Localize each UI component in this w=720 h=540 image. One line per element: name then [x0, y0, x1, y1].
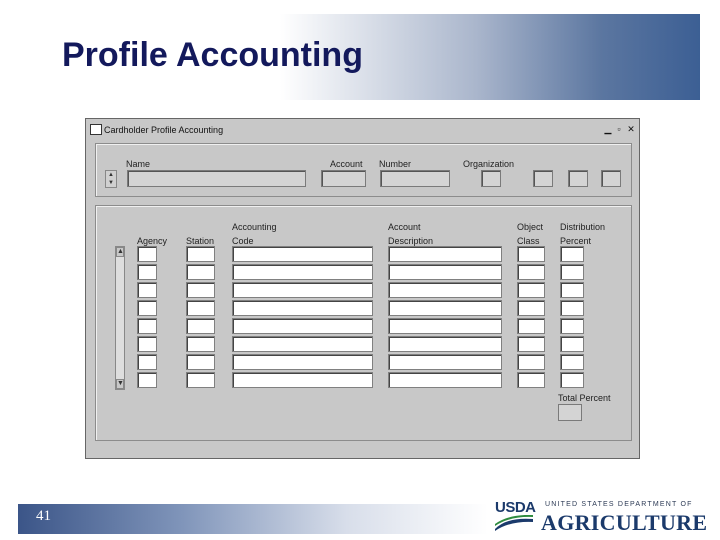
- accounting-code-cell[interactable]: [232, 300, 373, 316]
- agency-cell[interactable]: [137, 354, 157, 370]
- usda-logo: USDA: [495, 499, 536, 533]
- grid-scrollbar[interactable]: ▲ ▼: [115, 246, 125, 390]
- slide-title: Profile Accounting: [62, 36, 363, 74]
- org-field-3[interactable]: [568, 170, 588, 187]
- usda-mark: USDA: [495, 499, 536, 516]
- number-field[interactable]: [380, 170, 450, 187]
- window-title: Cardholder Profile Accounting: [104, 125, 224, 135]
- account-description-header-1: Account: [388, 222, 421, 232]
- organization-label: Organization: [463, 159, 515, 169]
- department-line: UNITED STATES DEPARTMENT OF: [545, 501, 693, 508]
- agency-cell[interactable]: [137, 372, 157, 388]
- agriculture-wordmark: AGRICULTURE: [541, 510, 708, 535]
- record-spinner[interactable]: ▲ ▼: [105, 170, 117, 188]
- scroll-up-icon[interactable]: ▲: [116, 247, 124, 257]
- agency-cell[interactable]: [137, 282, 157, 298]
- window-titlebar[interactable]: Cardholder Profile Accounting ▁ ▫ ✕: [87, 120, 638, 140]
- total-percent-field[interactable]: [558, 404, 582, 421]
- station-header: Station: [186, 236, 215, 246]
- agency-cell[interactable]: [137, 246, 157, 262]
- account-description-cell[interactable]: [388, 372, 502, 388]
- footer-band: [18, 504, 488, 534]
- app-icon: [90, 124, 102, 135]
- account-description-cell[interactable]: [388, 264, 502, 280]
- object-class-cell[interactable]: [517, 282, 545, 298]
- accounting-code-cell[interactable]: [232, 354, 373, 370]
- station-cell[interactable]: [186, 354, 215, 370]
- number-label: Number: [379, 159, 412, 169]
- distribution-percent-header-2: Percent: [560, 236, 592, 246]
- distribution-percent-cell[interactable]: [560, 318, 584, 334]
- object-class-cell[interactable]: [517, 264, 545, 280]
- total-percent-label: Total Percent: [558, 393, 611, 403]
- account-field[interactable]: [321, 170, 366, 187]
- account-description-cell[interactable]: [388, 354, 502, 370]
- usda-hills-icon: [495, 515, 533, 531]
- org-field-4[interactable]: [601, 170, 621, 187]
- station-cell[interactable]: [186, 372, 215, 388]
- account-description-cell[interactable]: [388, 318, 502, 334]
- distribution-percent-cell[interactable]: [560, 372, 584, 388]
- minimize-icon[interactable]: ▁: [603, 124, 613, 134]
- station-cell[interactable]: [186, 318, 215, 334]
- accounting-code-cell[interactable]: [232, 336, 373, 352]
- org-field-2[interactable]: [533, 170, 553, 187]
- name-field[interactable]: [127, 170, 306, 187]
- agency-cell[interactable]: [137, 336, 157, 352]
- distribution-percent-cell[interactable]: [560, 336, 584, 352]
- accounting-code-header-1: Accounting: [232, 222, 277, 232]
- accounting-code-cell[interactable]: [232, 282, 373, 298]
- accounting-panel: Agency Station Accounting Code Account D…: [95, 205, 632, 441]
- object-class-cell[interactable]: [517, 372, 545, 388]
- account-description-cell[interactable]: [388, 300, 502, 316]
- accounting-code-cell[interactable]: [232, 318, 373, 334]
- object-class-header-2: Class: [517, 236, 540, 246]
- name-label: Name: [126, 159, 151, 169]
- form-window: Cardholder Profile Accounting ▁ ▫ ✕ Name…: [85, 118, 640, 459]
- object-class-header-1: Object: [517, 222, 544, 232]
- distribution-percent-cell[interactable]: [560, 246, 584, 262]
- station-cell[interactable]: [186, 300, 215, 316]
- scroll-down-icon[interactable]: ▼: [116, 379, 124, 389]
- agency-header: Agency: [137, 236, 168, 246]
- distribution-percent-cell[interactable]: [560, 264, 584, 280]
- accounting-code-cell[interactable]: [232, 246, 373, 262]
- object-class-cell[interactable]: [517, 318, 545, 334]
- station-cell[interactable]: [186, 336, 215, 352]
- object-class-cell[interactable]: [517, 336, 545, 352]
- accounting-code-cell[interactable]: [232, 372, 373, 388]
- page-number: 41: [36, 508, 51, 524]
- distribution-percent-cell[interactable]: [560, 282, 584, 298]
- account-description-cell[interactable]: [388, 282, 502, 298]
- station-cell[interactable]: [186, 264, 215, 280]
- agency-cell[interactable]: [137, 318, 157, 334]
- distribution-percent-header-1: Distribution: [560, 222, 606, 232]
- header-panel: Name Account Number Organization ▲ ▼: [95, 143, 632, 197]
- agency-cell[interactable]: [137, 300, 157, 316]
- close-icon[interactable]: ✕: [626, 124, 636, 134]
- accounting-code-header-2: Code: [232, 236, 254, 246]
- object-class-cell[interactable]: [517, 246, 545, 262]
- account-description-cell[interactable]: [388, 246, 502, 262]
- account-description-cell[interactable]: [388, 336, 502, 352]
- distribution-percent-cell[interactable]: [560, 354, 584, 370]
- maximize-icon[interactable]: ▫: [614, 124, 624, 134]
- agency-cell[interactable]: [137, 264, 157, 280]
- account-label: Account: [330, 159, 363, 169]
- distribution-percent-cell[interactable]: [560, 300, 584, 316]
- organization-field[interactable]: [481, 170, 501, 187]
- account-description-header-2: Description: [388, 236, 434, 246]
- station-cell[interactable]: [186, 246, 215, 262]
- accounting-code-cell[interactable]: [232, 264, 373, 280]
- object-class-cell[interactable]: [517, 300, 545, 316]
- object-class-cell[interactable]: [517, 354, 545, 370]
- station-cell[interactable]: [186, 282, 215, 298]
